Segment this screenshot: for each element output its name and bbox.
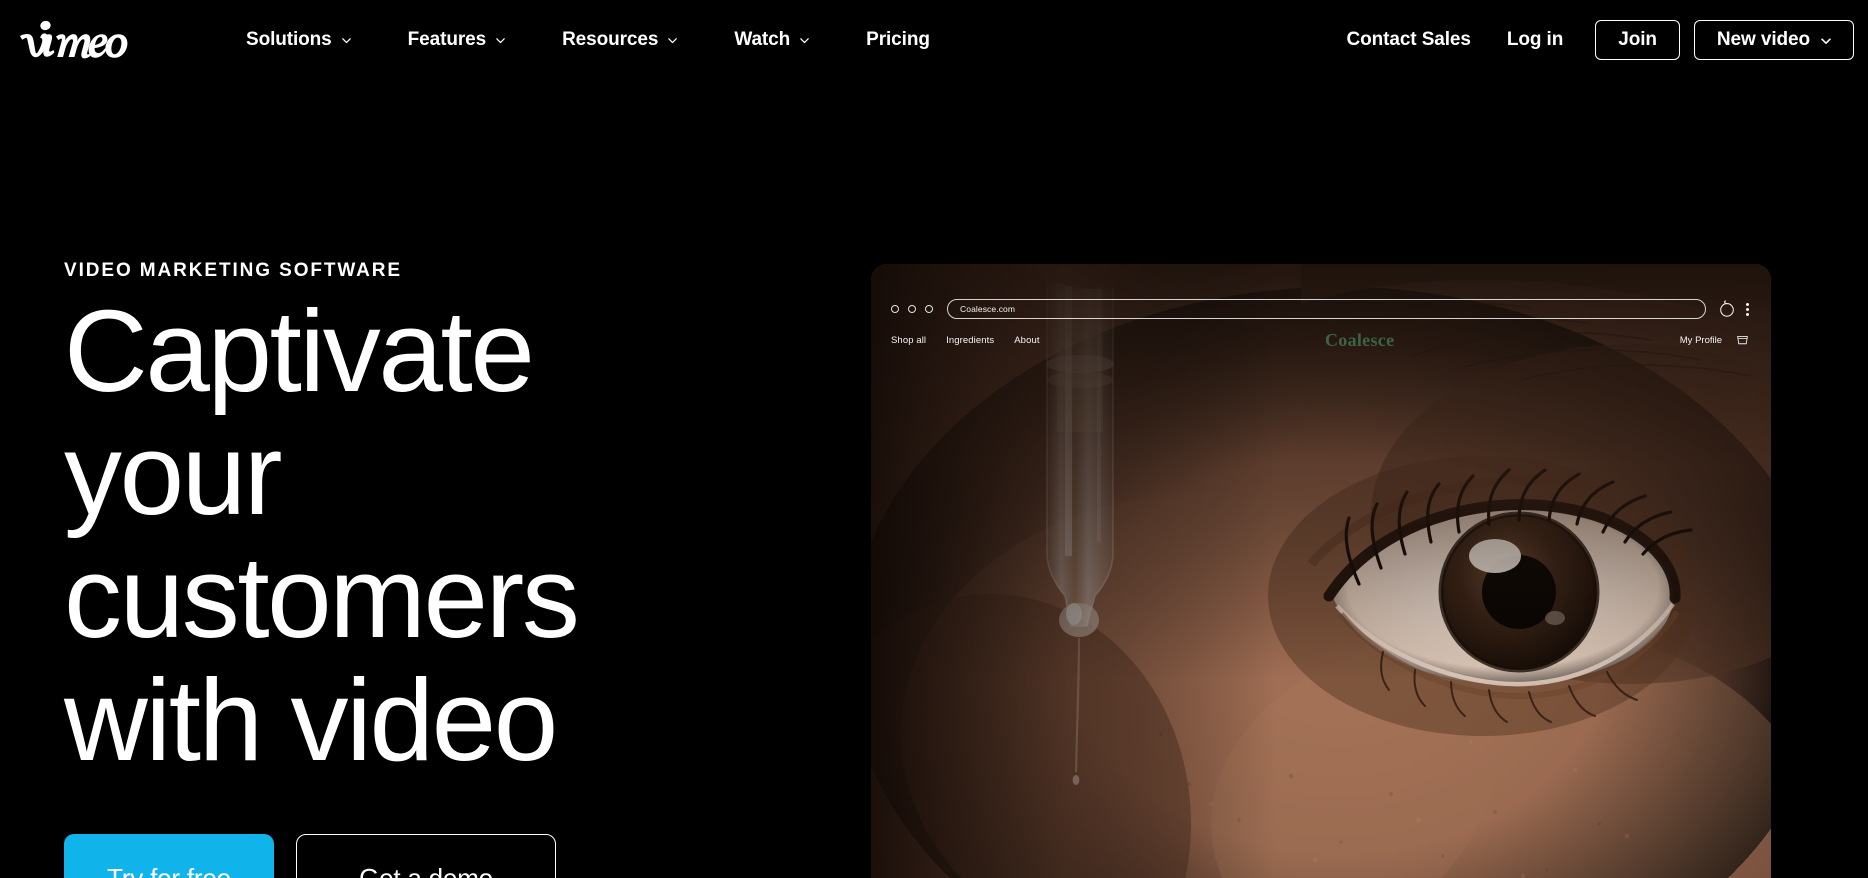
mock-site-nav: Shop all Ingredients About: [891, 335, 1040, 346]
eye-serum-photo: [871, 264, 1771, 878]
nav-item-watch[interactable]: Watch: [706, 19, 838, 61]
primary-nav-links: Solutions Features Resources Watch Prici…: [218, 19, 958, 61]
nav-item-solutions-label: Solutions: [246, 29, 332, 50]
new-video-button[interactable]: New video: [1693, 20, 1854, 60]
chevron-down-icon: [799, 35, 810, 46]
nav-item-features[interactable]: Features: [380, 19, 534, 61]
nav-item-pricing-label: Pricing: [866, 29, 930, 50]
try-for-free-button[interactable]: Try for free: [64, 833, 274, 878]
vimeo-logo[interactable]: [14, 16, 154, 64]
page-root: Solutions Features Resources Watch Prici…: [0, 0, 1868, 878]
mock-nav-about[interactable]: About: [1014, 335, 1039, 346]
nav-item-resources-label: Resources: [562, 29, 659, 50]
contact-sales-link[interactable]: Contact Sales: [1329, 19, 1489, 61]
mock-nav-ingredients[interactable]: Ingredients: [946, 335, 994, 346]
nav-item-resources[interactable]: Resources: [534, 19, 706, 61]
get-a-demo-button[interactable]: Get a demo: [296, 833, 556, 878]
hero-eyebrow: VIDEO MARKETING SOFTWARE: [64, 260, 402, 281]
chevron-down-icon: [495, 35, 506, 46]
top-navigation-bar: Solutions Features Resources Watch Prici…: [0, 0, 1868, 80]
nav-actions: Contact Sales Log in Join New video: [1329, 19, 1854, 61]
hero-cta-row: Try for free Get a demo: [64, 833, 804, 878]
page-title: Captivate your customers with video: [64, 286, 580, 785]
mock-nav-shop-all[interactable]: Shop all: [891, 335, 926, 346]
nav-item-pricing[interactable]: Pricing: [838, 19, 958, 61]
hero-video-preview[interactable]: Coalesce.com Shop all Ingredients About …: [871, 264, 1771, 878]
login-link[interactable]: Log in: [1489, 19, 1581, 61]
nav-item-watch-label: Watch: [734, 29, 791, 50]
nav-item-solutions[interactable]: Solutions: [218, 19, 380, 61]
chevron-down-icon: [667, 35, 678, 46]
chevron-down-icon: [341, 35, 352, 46]
mock-my-profile-link[interactable]: My Profile: [1680, 335, 1722, 346]
hero-section: VIDEO MARKETING SOFTWARE Captivate your …: [0, 80, 1868, 878]
nav-item-features-label: Features: [407, 29, 487, 50]
join-button-label: Join: [1618, 29, 1657, 50]
new-video-button-label: New video: [1716, 29, 1810, 50]
chevron-down-icon: [1820, 35, 1831, 46]
hero-text-column: VIDEO MARKETING SOFTWARE Captivate your …: [64, 260, 804, 878]
join-button[interactable]: Join: [1595, 20, 1680, 60]
